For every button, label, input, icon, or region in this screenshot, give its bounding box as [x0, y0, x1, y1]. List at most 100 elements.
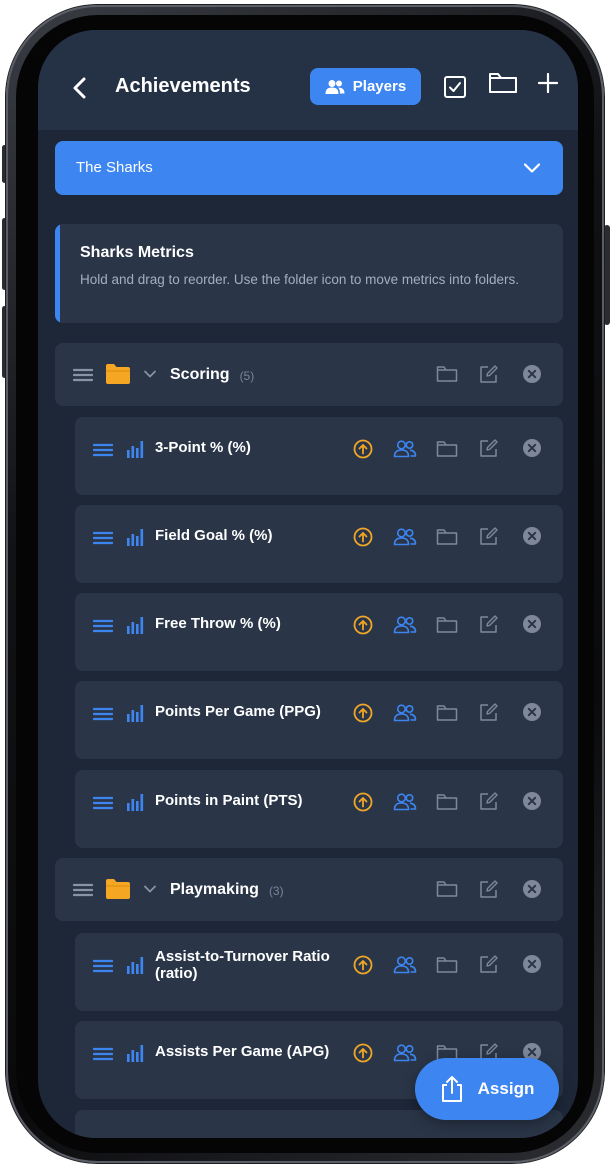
publish-button[interactable]: [353, 439, 373, 464]
move-to-folder-button[interactable]: [436, 793, 458, 816]
assign-button[interactable]: Assign: [415, 1058, 559, 1120]
page-title: Achievements: [115, 75, 251, 97]
move-folder-button[interactable]: [436, 880, 458, 903]
edit-button[interactable]: [479, 702, 499, 727]
edit-icon: [480, 615, 498, 633]
drag-handle-icon: [92, 531, 114, 545]
users-icon: [393, 616, 417, 634]
drag-handle[interactable]: [92, 796, 114, 815]
folder-filled-icon: [106, 364, 130, 384]
assign-players-button[interactable]: [393, 440, 417, 463]
metric-name: Assist-to-Turnover Ratio (ratio): [155, 948, 330, 982]
publish-button[interactable]: [353, 527, 373, 552]
close-circle-icon: [523, 955, 541, 973]
folder-icon: [436, 617, 458, 633]
delete-button[interactable]: [522, 702, 542, 727]
metric-row[interactable]: Points in Paint (PTS): [75, 770, 563, 848]
edit-button[interactable]: [479, 879, 499, 904]
delete-button[interactable]: [522, 526, 542, 551]
assign-players-button[interactable]: [393, 616, 417, 639]
metric-row[interactable]: Assist-to-Turnover Ratio (ratio): [75, 933, 563, 1011]
team-select[interactable]: The Sharks: [55, 141, 563, 195]
add-metric-button[interactable]: [537, 72, 559, 99]
edit-button[interactable]: [479, 438, 499, 463]
users-icon: [393, 704, 417, 722]
move-to-folder-button[interactable]: [436, 616, 458, 639]
drag-handle[interactable]: [92, 531, 114, 550]
folder-name: Playmaking: [170, 881, 259, 898]
drag-handle[interactable]: [72, 883, 94, 902]
players-button-label: Players: [352, 78, 407, 95]
edit-button[interactable]: [479, 791, 499, 816]
delete-button[interactable]: [522, 954, 542, 979]
edit-button[interactable]: [479, 364, 499, 389]
new-folder-button[interactable]: [488, 70, 518, 101]
select-checkbox-button[interactable]: [443, 75, 467, 104]
metric-row[interactable]: Points Per Game (PPG): [75, 681, 563, 759]
folder-row[interactable]: Playmaking (3): [55, 858, 563, 921]
bar-chart-icon: [127, 794, 144, 811]
collapse-toggle[interactable]: [143, 882, 157, 901]
metric-name: Field Goal % (%): [155, 527, 273, 544]
metric-row[interactable]: Free Throw % (%): [75, 593, 563, 671]
edit-button[interactable]: [479, 526, 499, 551]
move-to-folder-button[interactable]: [436, 704, 458, 727]
drag-handle[interactable]: [72, 368, 94, 387]
assign-players-button[interactable]: [393, 528, 417, 551]
drag-handle[interactable]: [92, 443, 114, 462]
assign-players-button[interactable]: [393, 1044, 417, 1067]
users-icon: [393, 956, 417, 974]
publish-button[interactable]: [353, 792, 373, 817]
bar-chart-icon: [127, 957, 144, 974]
folder-row[interactable]: Scoring (5): [55, 343, 563, 406]
upload-circle-icon: [353, 1043, 373, 1063]
back-button[interactable]: [70, 76, 90, 100]
publish-button[interactable]: [353, 615, 373, 640]
upload-circle-icon: [353, 955, 373, 975]
edit-icon: [480, 439, 498, 457]
drag-handle[interactable]: [92, 1047, 114, 1066]
upload-circle-icon: [353, 439, 373, 459]
checkbox-checked-icon: [444, 76, 466, 98]
drag-handle-icon: [92, 1047, 114, 1061]
publish-button[interactable]: [353, 955, 373, 980]
move-folder-button[interactable]: [436, 365, 458, 388]
delete-button[interactable]: [522, 364, 542, 389]
assign-players-button[interactable]: [393, 793, 417, 816]
folder-count: (3): [268, 884, 284, 898]
users-icon: [393, 528, 417, 546]
edit-button[interactable]: [479, 954, 499, 979]
info-card: Sharks Metrics Hold and drag to reorder.…: [55, 224, 563, 323]
assign-players-button[interactable]: [393, 956, 417, 979]
metric-type-icon-wrap: [126, 440, 144, 463]
drag-handle-icon: [92, 443, 114, 457]
drag-handle[interactable]: [92, 707, 114, 726]
bar-chart-icon: [127, 1045, 144, 1062]
move-to-folder-button[interactable]: [436, 528, 458, 551]
collapse-toggle[interactable]: [143, 367, 157, 386]
move-to-folder-button[interactable]: [436, 440, 458, 463]
publish-button[interactable]: [353, 1043, 373, 1068]
delete-button[interactable]: [522, 879, 542, 904]
drag-handle-icon: [92, 707, 114, 721]
metric-row[interactable]: 3-Point % (%): [75, 417, 563, 495]
delete-button[interactable]: [522, 614, 542, 639]
users-icon: [393, 440, 417, 458]
publish-button[interactable]: [353, 703, 373, 728]
metric-name: 3-Point % (%): [155, 439, 251, 456]
drag-handle-icon: [92, 796, 114, 810]
plus-icon: [537, 72, 559, 94]
delete-button[interactable]: [522, 791, 542, 816]
drag-handle[interactable]: [92, 959, 114, 978]
metric-row[interactable]: Field Goal % (%): [75, 505, 563, 583]
edit-button[interactable]: [479, 614, 499, 639]
players-button[interactable]: Players: [310, 68, 421, 105]
info-card-title: Sharks Metrics: [80, 244, 194, 261]
metric-type-icon-wrap: [126, 616, 144, 639]
assign-players-button[interactable]: [393, 704, 417, 727]
delete-button[interactable]: [522, 438, 542, 463]
edit-icon: [480, 880, 498, 898]
move-to-folder-button[interactable]: [436, 956, 458, 979]
app-screen: Achievements Players The Sharks Sharks M…: [38, 30, 578, 1138]
drag-handle[interactable]: [92, 619, 114, 638]
